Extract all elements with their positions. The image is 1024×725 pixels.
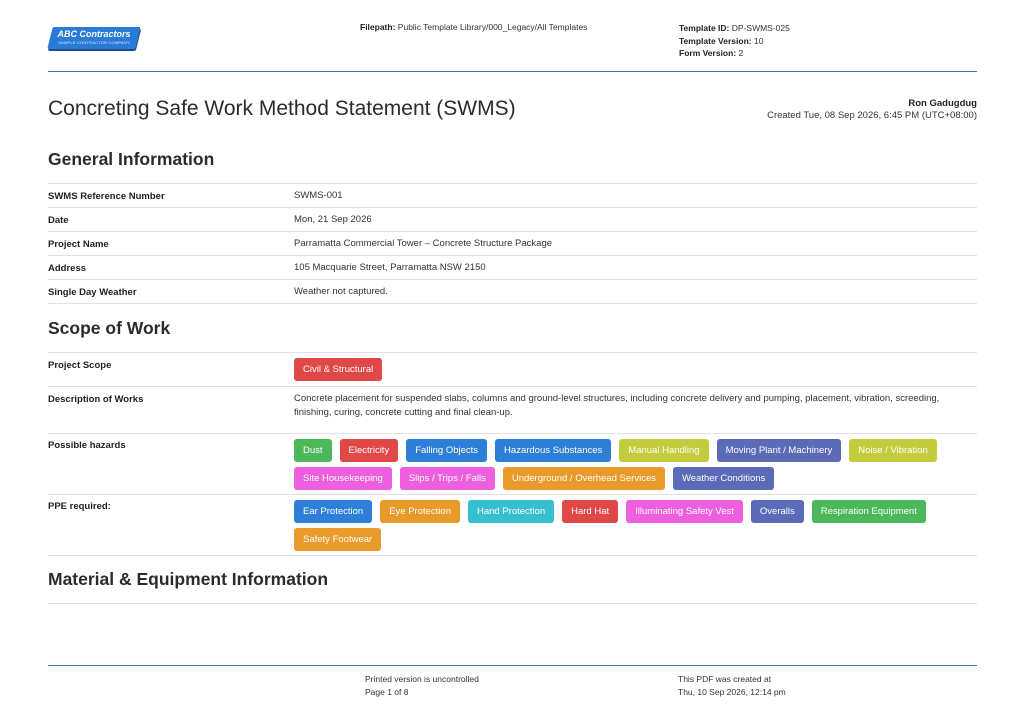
logo-name: ABC Contractors — [57, 29, 131, 39]
tag-badge: Safety Footwear — [294, 528, 382, 551]
template-version: 10 — [753, 35, 764, 46]
tag-badge: Slips / Trips / Falls — [399, 467, 495, 490]
filepath-label: Filepath: — [360, 22, 396, 32]
tag-badge: Manual Handling — [619, 439, 709, 462]
page-header: ABC Contractors SAMPLE CONTRACTOR COMPAN… — [47, 18, 977, 68]
tag-badge: Hazardous Substances — [495, 439, 612, 462]
ppe-tags: Ear Protection Eye Protection Hand Protect… — [294, 500, 977, 556]
template-version-label: Template Version: — [679, 35, 752, 46]
table-row-description: Description of Works Concrete placement … — [48, 386, 977, 433]
table-row-hazards: Possible hazards Dust Electricity Falling … — [48, 433, 977, 494]
table-row: Project Name Parramatta Commercial Tower… — [48, 231, 977, 255]
field-value: 105 Macquarie Street, Parramatta NSW 215… — [294, 262, 486, 273]
field-value: Parramatta Commercial Tower – Concrete S… — [294, 238, 553, 249]
field-label: Address — [48, 263, 87, 274]
field-value: SWMS-001 — [294, 190, 343, 201]
tag-badge: Dust — [294, 439, 332, 462]
tag-badge: Ear Protection — [294, 500, 373, 523]
field-value: Weather not captured. — [294, 286, 388, 297]
tag-badge: Noise / Vibration — [849, 439, 937, 462]
company-logo: ABC Contractors SAMPLE CONTRACTOR COMPAN… — [47, 27, 141, 49]
table-row-project-scope: Project Scope Civil & Structural — [48, 352, 977, 386]
footer-left: Printed version is uncontrolled Page 1 o… — [365, 673, 479, 698]
field-label: Project Name — [48, 239, 109, 250]
creator-name: Ron Gadugdug — [908, 98, 977, 109]
creator-info: Ron Gadugdug Created Tue, 08 Sep 2026, 6… — [767, 98, 977, 122]
table-row: Date Mon, 21 Sep 2026 — [48, 207, 977, 231]
created-timestamp: Created Tue, 08 Sep 2026, 6:45 PM (UTC+0… — [767, 110, 977, 121]
filepath: Filepath: Public Template Library/000_Le… — [360, 22, 587, 32]
field-label: Date — [48, 215, 69, 226]
field-label: SWMS Reference Number — [48, 191, 165, 202]
field-label: PPE required: — [48, 501, 111, 512]
template-id-label: Template ID: — [679, 23, 730, 33]
tag-badge: Hand Protection — [468, 500, 555, 523]
form-version-label: Form Version: — [679, 48, 737, 58]
tag-badge: Respiration Equipment — [811, 500, 926, 523]
tag-badge: Illuminating Safety Vest — [626, 500, 743, 523]
tag-badge: Hard Hat — [562, 500, 619, 523]
hazard-tags: Dust Electricity Falling Objects Hazardous … — [294, 439, 977, 495]
section-heading-general: General Information — [48, 149, 215, 169]
footer-divider — [48, 665, 977, 666]
table-row-ppe: PPE required: Ear Protection Eye Protecti… — [48, 494, 977, 556]
field-label: Possible hazards — [48, 440, 126, 451]
tag-badge: Civil & Structural — [294, 358, 383, 381]
logo-tagline: SAMPLE CONTRACTOR COMPANY — [58, 40, 130, 45]
project-scope-tags: Civil & Structural — [294, 358, 977, 386]
pdf-created-timestamp: Thu, 10 Sep 2026, 12:14 pm — [678, 686, 786, 697]
field-label: Description of Works — [48, 394, 144, 405]
table-row: Single Day Weather Weather not captured. — [48, 279, 977, 304]
header-divider — [48, 71, 977, 72]
page-title: Concreting Safe Work Method Statement (S… — [48, 97, 516, 120]
tag-badge: Underground / Overhead Services — [502, 467, 665, 490]
section-heading-material: Material & Equipment Information — [48, 569, 329, 589]
tag-badge: Moving Plant / Machinery — [716, 439, 842, 462]
tag-badge: Overalls — [750, 500, 804, 523]
tag-badge: Site Housekeeping — [294, 467, 392, 490]
tag-badge: Falling Objects — [406, 439, 488, 462]
table-row: Address 105 Macquarie Street, Parramatta… — [48, 255, 977, 279]
tag-badge: Eye Protection — [380, 500, 460, 523]
field-value: Mon, 21 Sep 2026 — [294, 214, 372, 225]
table-row: SWMS Reference Number SWMS-001 — [48, 183, 977, 207]
section-divider — [48, 603, 977, 604]
filepath-value: Public Template Library/000_Legacy/All T… — [397, 22, 588, 32]
document-page: ABC Contractors SAMPLE CONTRACTOR COMPAN… — [47, 0, 977, 725]
form-version: 2 — [738, 48, 744, 58]
tag-badge: Electricity — [339, 439, 399, 462]
field-label: Project Scope — [48, 360, 112, 371]
uncontrolled-notice: Printed version is uncontrolled — [365, 674, 479, 684]
footer-right: This PDF was created at Thu, 10 Sep 2026… — [678, 673, 786, 698]
pdf-created-label: This PDF was created at — [678, 674, 772, 684]
section-heading-scope: Scope of Work — [48, 318, 171, 338]
template-meta: Template ID: DP-SWMS-025 Template Versio… — [679, 22, 790, 60]
tag-badge: Weather Conditions — [673, 467, 775, 490]
description-of-works: Concrete placement for suspended slabs, … — [294, 393, 940, 418]
page-number: Page 1 of 8 — [365, 686, 409, 697]
template-id: DP-SWMS-025 — [731, 23, 790, 33]
field-label: Single Day Weather — [48, 287, 137, 298]
